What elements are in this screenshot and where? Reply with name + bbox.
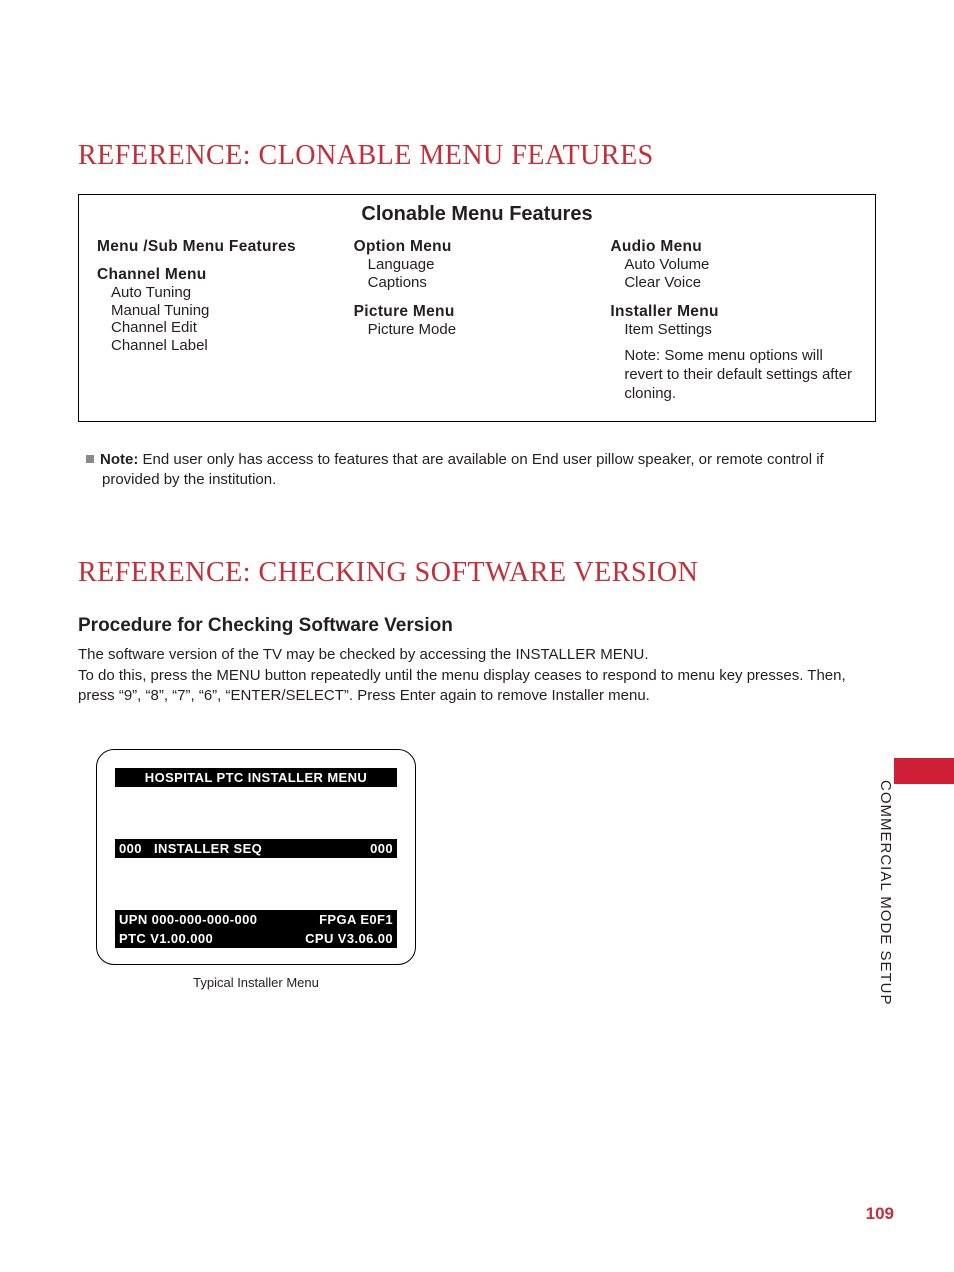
col2-head2: Picture Menu [354,303,601,321]
col3-item: Auto Volume [624,256,857,274]
screen-row-upn: UPN 000-000-000-000 FPGA E0F1 [115,910,397,929]
col2-item: Picture Mode [368,321,601,339]
col3-head1: Audio Menu [610,238,857,256]
footnote: Note: End user only has access to featur… [86,450,876,488]
installer-screen-figure: HOSPITAL PTC INSTALLER MENU 000 INSTALLE… [96,749,416,990]
installer-screen: HOSPITAL PTC INSTALLER MENU 000 INSTALLE… [96,749,416,965]
screen-row-seq: 000 INSTALLER SEQ 000 [115,839,397,858]
footnote-text: End user only has access to features tha… [102,451,824,487]
col-1: Menu /Sub Menu Features Channel Menu Aut… [97,234,344,403]
seq-code: 000 [119,841,142,856]
section-title-clonable: REFERENCE: CLONABLE MENU FEATURES [78,140,876,172]
side-label-text: COMMERCIAL MODE SETUP [877,780,894,1005]
col3-head2: Installer Menu [610,303,857,321]
col3-item: Item Settings [624,321,857,339]
col-2: Option Menu Language Captions Picture Me… [354,234,601,403]
screen-title-row: HOSPITAL PTC INSTALLER MENU [115,768,397,787]
col2-head1: Option Menu [354,238,601,256]
seq-value: 000 [370,841,393,856]
upn-text: UPN 000-000-000-000 [119,912,257,927]
col1-item: Channel Edit [111,319,344,337]
col1-head2: Channel Menu [97,266,344,284]
procedure-p1: The software version of the TV may be ch… [78,645,876,665]
fpga-text: FPGA E0F1 [319,912,393,927]
col3-note: Note: Some menu options will revert to t… [610,347,857,403]
screen-caption: Typical Installer Menu [96,975,416,990]
clonable-features-box: Clonable Menu Features Menu /Sub Menu Fe… [78,194,876,422]
col2-item: Language [368,256,601,274]
section-title-version: REFERENCE: CHECKING SOFTWARE VERSION [78,557,876,589]
col3-item: Clear Voice [624,274,857,292]
page-number: 109 [866,1204,894,1224]
col-3: Audio Menu Auto Volume Clear Voice Insta… [610,234,857,403]
procedure-p2: To do this, press the MENU button repeat… [78,666,876,705]
col1-item: Manual Tuning [111,302,344,320]
col1-head1: Menu /Sub Menu Features [97,238,344,256]
col2-item: Captions [368,274,601,292]
footnote-label: Note: [100,451,138,468]
cpu-text: CPU V3.06.00 [305,931,393,946]
side-section-label: COMMERCIAL MODE SETUP [877,780,894,1005]
ptc-text: PTC V1.00.000 [119,931,213,946]
bullet-icon [86,455,94,463]
side-tab-color [894,758,954,784]
seq-label: INSTALLER SEQ [154,841,262,856]
screen-row-ptc: PTC V1.00.000 CPU V3.06.00 [115,929,397,948]
col1-item: Auto Tuning [111,284,344,302]
procedure-subhead: Procedure for Checking Software Version [78,615,876,637]
box-title: Clonable Menu Features [97,203,857,226]
col1-item: Channel Label [111,337,344,355]
